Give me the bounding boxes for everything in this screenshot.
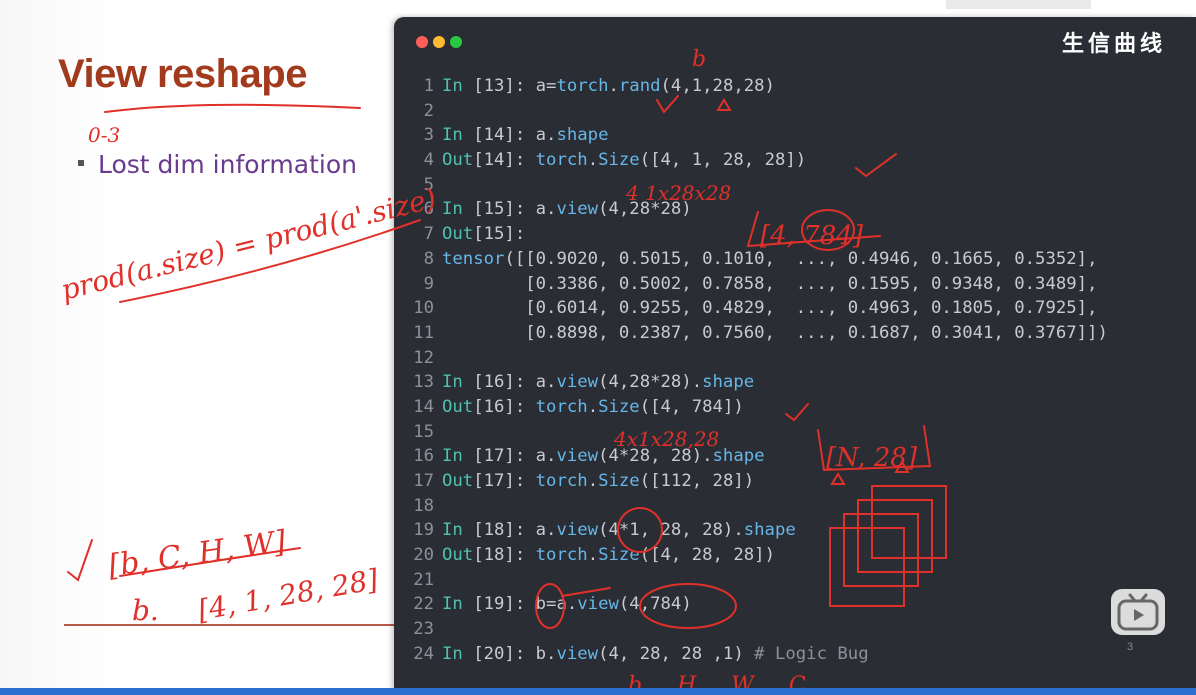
bilibili-player-icon[interactable] <box>1111 589 1165 635</box>
ink-stack-2 <box>857 499 933 573</box>
ink-circle-view <box>639 583 737 629</box>
ink-text-4-784: [4, 784] <box>760 221 864 251</box>
ink-text-n28: [N, 28] <box>826 443 918 473</box>
ink-stack-3 <box>843 513 919 587</box>
play-icon <box>1117 593 1159 631</box>
ink-checkmark-left <box>67 539 93 582</box>
bottom-progress-bar <box>0 688 1196 695</box>
ink-check-3 <box>785 403 809 422</box>
page-number: 3 <box>1127 641 1134 653</box>
ink-triangle-1 <box>716 98 732 111</box>
handwritten-annotations: 0-3 prod(a.size) = prod(a'.size) [b, C, … <box>58 47 947 695</box>
ink-check-1 <box>656 95 679 114</box>
ink-text-0-3: 0-3 <box>88 123 120 147</box>
ink-text-4-1-28-28: [4, 1, 28, 28] <box>195 563 380 627</box>
ink-stack-1 <box>871 485 947 559</box>
ink-text-4x1x28x28: 4 1x28x28 <box>625 181 731 205</box>
ink-check-2 <box>855 153 897 178</box>
ink-circle-4x1 <box>617 507 663 553</box>
ink-text-4x1x28-28: 4x1x28,28 <box>613 427 719 451</box>
ink-text-b-top: b <box>692 47 706 72</box>
ink-circle-b <box>535 583 565 629</box>
ink-stack-4 <box>829 527 905 607</box>
ink-triangle-2 <box>830 472 846 485</box>
ink-text-b-dot: b. <box>132 594 159 627</box>
ink-text-prod: prod(a.size) = prod(a'.size) <box>58 182 440 307</box>
ink-title-underline <box>104 103 361 113</box>
ink-text-bchw: [b, C, H, W] <box>106 524 288 584</box>
ink-arrow-b <box>561 587 611 597</box>
